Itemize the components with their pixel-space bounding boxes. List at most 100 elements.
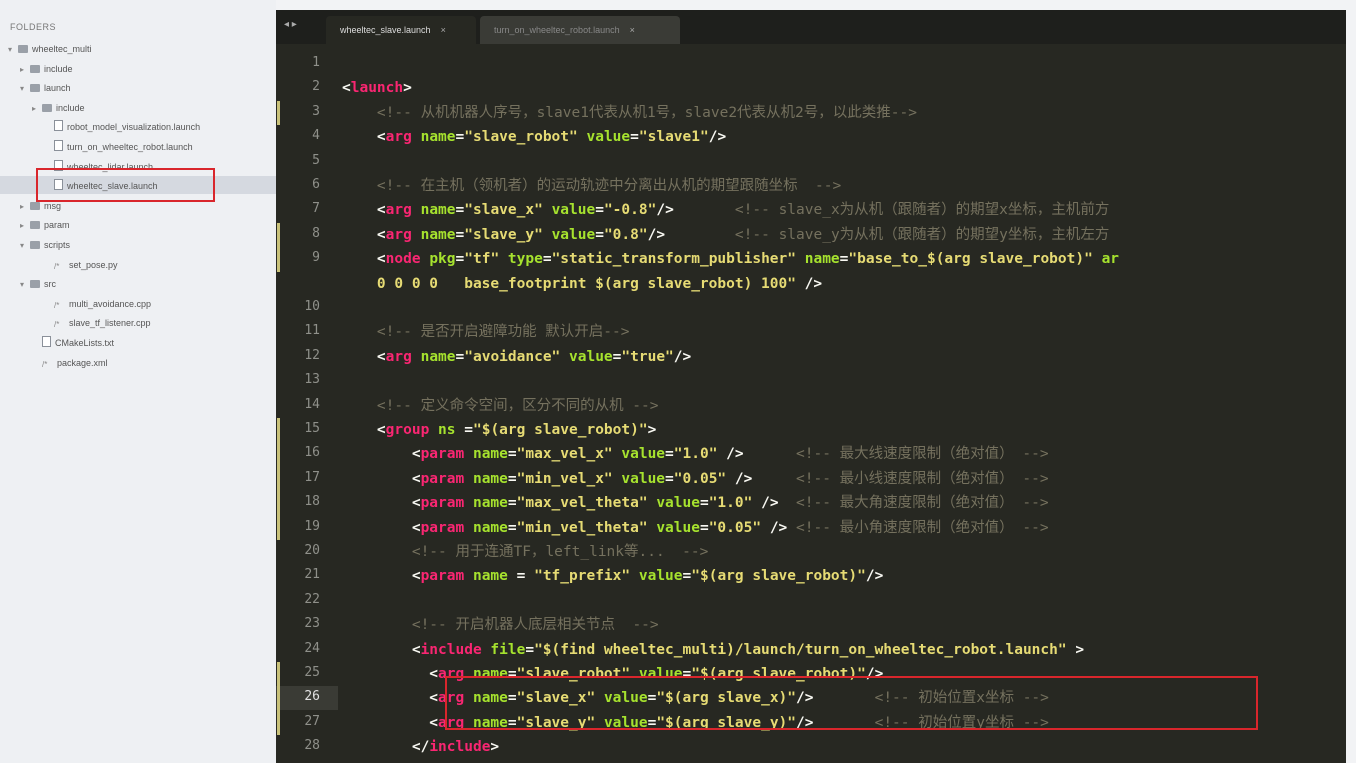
tree-item[interactable]: turn_on_wheeltec_robot.launch	[44, 138, 193, 156]
chevron-down-icon[interactable]: ▾	[20, 237, 28, 255]
code-line[interactable]: <launch>	[342, 76, 412, 100]
code-token: value	[621, 470, 666, 487]
tree-item[interactable]: ▸ include	[32, 99, 85, 117]
code-line[interactable]: <!-- 是否开启避障功能 默认开启-->	[342, 320, 630, 344]
code-token: =	[665, 446, 674, 463]
code-token: name	[420, 202, 456, 219]
code-line[interactable]: <node pkg="tf" type="static_transform_pu…	[342, 247, 1119, 271]
code-token: name	[804, 251, 840, 268]
code-line[interactable]: <arg name="slave_y" value="0.8"/> <!-- s…	[342, 223, 1110, 247]
code-token: "0.8"	[603, 226, 648, 243]
tree-item[interactable]: /* slave_tf_listener.cpp	[44, 314, 151, 332]
tree-item[interactable]: ▸ include	[20, 60, 73, 78]
code-token: "slave_robot"	[464, 129, 578, 146]
code-line[interactable]: <arg name="slave_robot" value="slave1"/>	[342, 125, 726, 149]
code-token: "tf_prefix"	[534, 568, 631, 585]
chevron-right-icon[interactable]: ▸	[20, 198, 28, 216]
tab-turn-on-wheeltec-robot[interactable]: turn_on_wheeltec_robot.launch ×	[480, 16, 680, 44]
code-token: <	[342, 422, 386, 438]
tree-item-label: include	[44, 63, 73, 74]
code-token: =	[507, 446, 517, 463]
code-token: ar	[1101, 251, 1120, 268]
code-file-icon: /*	[54, 320, 60, 330]
code-line[interactable]: </include>	[342, 735, 499, 759]
tree-item[interactable]: ▸ param	[20, 216, 70, 234]
code-line[interactable]: 0 0 0 0 base_footprint $(arg slave_robot…	[342, 272, 822, 296]
code-token: "slave1"	[638, 129, 709, 146]
code-token: <!-- 开启机器人底层相关节点 -->	[411, 617, 659, 634]
code-token: file	[490, 641, 526, 658]
code-token: <!-- 最大线速度限制（绝对值） -->	[796, 446, 1049, 463]
tree-item[interactable]: /* multi_avoidance.cpp	[44, 295, 151, 313]
code-token: "1.0"	[673, 446, 718, 463]
line-number: 28	[304, 738, 320, 754]
tree-item[interactable]: CMakeLists.txt	[32, 334, 114, 352]
close-icon[interactable]: ×	[630, 25, 635, 35]
tree-item[interactable]: ▾ launch	[20, 79, 71, 97]
code-token: "max_vel_x"	[516, 446, 613, 463]
tree-item[interactable]: ▾ src	[20, 275, 56, 293]
tree-item-label: wheeltec_multi	[32, 44, 92, 54]
code-line[interactable]: <!-- 在主机（领机者）的运动轨迹中分离出从机的期望跟随坐标 -->	[342, 174, 841, 198]
code-line[interactable]: <group ns ="$(arg slave_robot)">	[342, 418, 656, 442]
code-line[interactable]: <!-- 用于连通TF，left_link等... -->	[342, 540, 709, 564]
code-line[interactable]: <!-- 定义命令空间，区分不同的从机 -->	[342, 394, 659, 418]
code-token: value	[656, 495, 700, 512]
line-number: 18	[304, 494, 320, 510]
code-line[interactable]: <param name="max_vel_theta" value="1.0" …	[342, 491, 1049, 515]
code-token: =	[507, 519, 517, 536]
code-line[interactable]: <param name="min_vel_x" value="0.05" /> …	[342, 467, 1049, 491]
code-line[interactable]: <param name="max_vel_x" value="1.0" /> <…	[342, 442, 1049, 466]
chevron-right-icon[interactable]: ▸	[20, 61, 28, 79]
code-area[interactable]: <launch> <!-- 从机机器人序号，slave1代表从机1号，slave…	[342, 44, 1346, 763]
chevron-down-icon[interactable]: ▾	[20, 80, 28, 98]
code-token: "0.05"	[673, 470, 727, 487]
code-line[interactable]: <!-- 开启机器人底层相关节点 -->	[342, 613, 659, 637]
folder-icon	[18, 45, 28, 53]
folder-icon	[30, 84, 40, 93]
close-icon[interactable]: ×	[441, 25, 446, 35]
chevron-right-icon[interactable]: ▸	[20, 217, 28, 235]
code-line[interactable]: <arg name="avoidance" value="true"/>	[342, 345, 691, 369]
chevron-down-icon[interactable]: ▾	[20, 276, 28, 294]
code-line[interactable]: <!-- 从机机器人序号，slave1代表从机1号，slave2代表从机2号，以…	[342, 101, 917, 125]
tree-item[interactable]: robot_model_visualization.launch	[44, 118, 200, 136]
code-token: "max_vel_theta"	[516, 495, 648, 512]
code-token: <	[342, 446, 421, 463]
line-number-gutter: 1 2 3 4 5 6 7 8 9 10 11 12 13 14 15 16 17 18 19 20 21 22 23 24 2…	[276, 44, 338, 763]
code-line[interactable]: <param name = "tf_prefix" value="$(arg s…	[342, 564, 884, 588]
code-line[interactable]: <param name="min_vel_theta" value="0.05"…	[342, 516, 1049, 540]
line-number: 2	[312, 79, 320, 95]
tree-item-label: robot_model_visualization.launch	[67, 122, 201, 133]
code-token: <	[342, 690, 439, 707]
code-line[interactable]: <arg name="slave_x" value="-0.8"/> <!-- …	[342, 198, 1110, 222]
chevron-down-icon[interactable]: ▾	[8, 41, 16, 59]
tree-item[interactable]: /* package.xml	[32, 354, 108, 372]
code-token: <	[342, 495, 421, 512]
line-number: 13	[304, 372, 320, 388]
tree-item-label: CMakeLists.txt	[55, 338, 115, 348]
tab-nav-arrows[interactable]: ◂ ▸	[284, 19, 297, 30]
tree-item[interactable]: ▾ wheeltec_multi	[8, 40, 92, 58]
code-token: name	[472, 470, 508, 487]
code-token: type	[507, 251, 543, 268]
code-token: <!-- 从机机器人序号，slave1代表从机1号，slave2代表从机2号，以…	[376, 104, 917, 121]
chevron-right-icon[interactable]: ▸	[32, 100, 40, 118]
code-token: name	[472, 446, 508, 463]
code-line[interactable]: <include file="$(find wheeltec_multi)/la…	[342, 638, 1084, 662]
line-number: 11	[304, 323, 320, 339]
code-highlight-box	[445, 676, 1258, 730]
tree-item[interactable]: /* set_pose.py	[44, 256, 118, 274]
tree-item[interactable]: ▾ scripts	[20, 236, 70, 254]
line-number: 14	[304, 396, 320, 412]
code-token: name	[420, 348, 456, 365]
code-token: value	[551, 226, 596, 243]
tab-wheeltec-slave[interactable]: wheeltec_slave.launch ×	[326, 16, 476, 44]
file-icon	[42, 336, 51, 347]
